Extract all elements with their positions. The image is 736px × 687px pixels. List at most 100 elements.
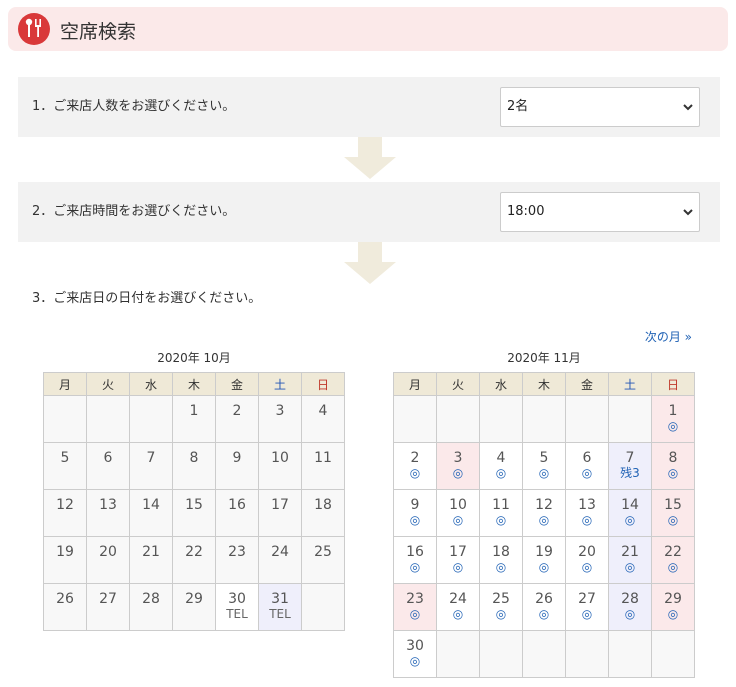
calendar-day[interactable]: 2 ◎ [393, 442, 437, 490]
calendar-day-number: 14 [142, 497, 160, 513]
availability-mark: ◎ [667, 607, 679, 621]
calendar-day-number: 2 [410, 450, 420, 466]
time-select[interactable]: 18:00 [500, 192, 700, 232]
availability-mark: ◎ [495, 466, 507, 480]
calendar-empty-cell [436, 630, 480, 678]
calendar-day-number: 3 [453, 450, 463, 466]
calendar-day[interactable]: 14 ◎ [608, 489, 652, 537]
calendar-day: 15 [172, 489, 216, 537]
calendar-empty-cell [608, 395, 652, 443]
calendar-day-number: 6 [582, 450, 592, 466]
calendar-day: 21 [129, 536, 173, 584]
step-party-size: 1．ご来店人数をお選びください。 2名 [18, 77, 720, 137]
calendar-day-number: 4 [496, 450, 506, 466]
calendar-day[interactable]: 18 ◎ [479, 536, 523, 584]
calendar-day[interactable]: 1 ◎ [651, 395, 695, 443]
calendar-empty-cell [651, 630, 695, 678]
availability-mark: ◎ [409, 607, 421, 621]
calendar-day-number: 10 [449, 497, 467, 513]
calendar-day[interactable]: 21 ◎ [608, 536, 652, 584]
calendar-day: 24 [258, 536, 302, 584]
calendar-day-number: 26 [56, 591, 74, 607]
calendar-day-number: 6 [103, 450, 113, 466]
tel-label: TEL [226, 607, 248, 621]
calendar-week-row: 5 6 7 8 9 10 11 [43, 442, 345, 490]
availability-mark: ◎ [538, 466, 550, 480]
calendar-day-number: 24 [449, 591, 467, 607]
calendar-day-number: 29 [664, 591, 682, 607]
calendar-day[interactable]: 30 TEL [215, 583, 259, 631]
calendar-day[interactable]: 7 残3 [608, 442, 652, 490]
calendar-empty-cell [86, 395, 130, 443]
calendar-empty-cell [393, 395, 437, 443]
calendar-day-number: 10 [271, 450, 289, 466]
calendar-day: 29 [172, 583, 216, 631]
calendar-empty-cell [565, 630, 609, 678]
calendar-day[interactable]: 17 ◎ [436, 536, 480, 584]
calendar-november: 月火水木金土日 1 ◎ 2 ◎ 3 ◎ 4 ◎ 5 ◎ 6 ◎ 7 残3 8 ◎ 9 ◎ 10 ◎ 11 ◎ 12 ◎ 13 ◎ 1… [393, 372, 695, 678]
calendar-day-number: 21 [142, 544, 160, 560]
calendar-day[interactable]: 26 ◎ [522, 583, 566, 631]
calendar-empty-cell [522, 630, 566, 678]
calendar-day-number: 3 [275, 403, 285, 419]
calendar-day[interactable]: 9 ◎ [393, 489, 437, 537]
calendar-day[interactable]: 3 ◎ [436, 442, 480, 490]
availability-mark: ◎ [538, 607, 550, 621]
calendar-day[interactable]: 20 ◎ [565, 536, 609, 584]
party-size-select[interactable]: 2名 [500, 87, 700, 127]
calendar-day-number: 12 [56, 497, 74, 513]
calendar-day-number: 30 [228, 591, 246, 607]
step-time-label: 2．ご来店時間をお選びください。 [32, 204, 236, 219]
availability-mark: ◎ [452, 466, 464, 480]
calendar-day[interactable]: 24 ◎ [436, 583, 480, 631]
calendar-day[interactable]: 30 ◎ [393, 630, 437, 678]
calendar-day[interactable]: 4 ◎ [479, 442, 523, 490]
calendar-week-row: 1 2 3 4 [43, 395, 345, 443]
chevron-down-icon [683, 104, 693, 111]
calendar-day[interactable]: 15 ◎ [651, 489, 695, 537]
calendar-day-number: 25 [314, 544, 332, 560]
calendar-day-number: 13 [578, 497, 596, 513]
calendar-day: 28 [129, 583, 173, 631]
calendar-day-number: 7 [625, 450, 635, 466]
calendar-day[interactable]: 25 ◎ [479, 583, 523, 631]
calendar-day[interactable]: 12 ◎ [522, 489, 566, 537]
calendar-day-number: 17 [271, 497, 289, 513]
calendar-caption-october: 2020年 10月 [157, 351, 231, 365]
calendar-week-row: 2 ◎ 3 ◎ 4 ◎ 5 ◎ 6 ◎ 7 残3 8 ◎ [393, 442, 695, 490]
calendar-day: 8 [172, 442, 216, 490]
calendar-day[interactable]: 23 ◎ [393, 583, 437, 631]
availability-mark: ◎ [452, 513, 464, 527]
calendar-empty-cell [479, 630, 523, 678]
calendar-day: 25 [301, 536, 345, 584]
calendar-empty-cell [436, 395, 480, 443]
calendar-day[interactable]: 28 ◎ [608, 583, 652, 631]
calendar-day: 13 [86, 489, 130, 537]
calendar-day: 20 [86, 536, 130, 584]
calendar-day[interactable]: 29 ◎ [651, 583, 695, 631]
calendar-day[interactable]: 5 ◎ [522, 442, 566, 490]
calendar-day[interactable]: 11 ◎ [479, 489, 523, 537]
calendar-day-number: 15 [185, 497, 203, 513]
step-date-label: 3．ご来店日の日付をお選びください。 [32, 291, 262, 306]
calendar-day[interactable]: 16 ◎ [393, 536, 437, 584]
page-title: 空席検索 [60, 21, 137, 43]
weekday-header: 木 [522, 372, 566, 396]
calendar-day[interactable]: 27 ◎ [565, 583, 609, 631]
calendar-day[interactable]: 31 TEL [258, 583, 302, 631]
calendar-day[interactable]: 6 ◎ [565, 442, 609, 490]
availability-mark: ◎ [409, 560, 421, 574]
calendar-day-number: 5 [539, 450, 549, 466]
restaurant-fork-knife-icon [18, 13, 50, 45]
availability-mark: ◎ [624, 560, 636, 574]
calendar-day[interactable]: 10 ◎ [436, 489, 480, 537]
calendar-day[interactable]: 22 ◎ [651, 536, 695, 584]
next-month-link[interactable]: 次の月 » [645, 328, 692, 345]
calendar-day[interactable]: 8 ◎ [651, 442, 695, 490]
calendar-day-number: 4 [318, 403, 328, 419]
calendar-day: 22 [172, 536, 216, 584]
calendar-day[interactable]: 19 ◎ [522, 536, 566, 584]
calendar-day-number: 2 [232, 403, 242, 419]
calendar-day[interactable]: 13 ◎ [565, 489, 609, 537]
calendar-week-row: 30 ◎ [393, 630, 695, 678]
